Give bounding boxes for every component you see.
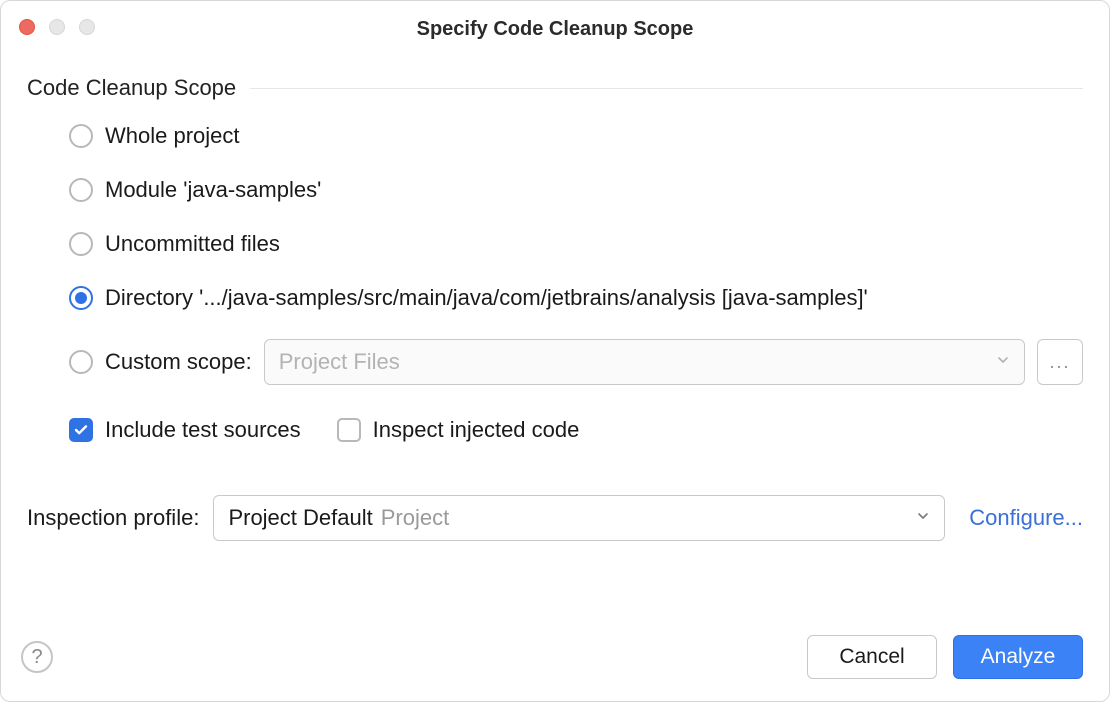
radio-custom-scope[interactable] bbox=[69, 350, 93, 374]
checkbox-icon bbox=[69, 418, 93, 442]
button-label: Analyze bbox=[981, 645, 1056, 669]
custom-scope-browse-button[interactable]: ... bbox=[1037, 339, 1083, 385]
group-header: Code Cleanup Scope bbox=[27, 75, 1083, 101]
minimize-window-button[interactable] bbox=[49, 19, 65, 35]
checkbox-icon bbox=[337, 418, 361, 442]
dialog-footer: ? Cancel Analyze bbox=[1, 635, 1109, 701]
checkbox-row: Include test sources Inspect injected co… bbox=[69, 417, 1083, 443]
checkbox-label: Include test sources bbox=[105, 417, 301, 443]
maximize-window-button[interactable] bbox=[79, 19, 95, 35]
radio-uncommitted-files[interactable]: Uncommitted files bbox=[69, 231, 1083, 257]
chevron-down-icon bbox=[996, 353, 1010, 372]
radio-label: Directory '.../java-samples/src/main/jav… bbox=[105, 285, 868, 311]
radio-custom-scope-row: Custom scope: Project Files ... bbox=[69, 339, 1083, 385]
radio-label: Uncommitted files bbox=[105, 231, 280, 257]
dialog-window: Specify Code Cleanup Scope Code Cleanup … bbox=[0, 0, 1110, 702]
ellipsis-icon: ... bbox=[1049, 352, 1070, 373]
button-label: Cancel bbox=[839, 645, 904, 669]
help-icon: ? bbox=[31, 646, 42, 669]
separator-line bbox=[250, 88, 1083, 89]
radio-icon bbox=[69, 286, 93, 310]
configure-link[interactable]: Configure... bbox=[959, 505, 1083, 531]
analyze-button[interactable]: Analyze bbox=[953, 635, 1083, 679]
help-button[interactable]: ? bbox=[21, 641, 53, 673]
radio-label: Module 'java-samples' bbox=[105, 177, 321, 203]
radio-icon bbox=[69, 124, 93, 148]
window-title: Specify Code Cleanup Scope bbox=[17, 6, 1093, 41]
inspection-profile-row: Inspection profile: Project Default Proj… bbox=[27, 495, 1083, 541]
custom-scope-dropdown[interactable]: Project Files bbox=[264, 339, 1025, 385]
checkbox-inspect-injected-code[interactable]: Inspect injected code bbox=[337, 417, 580, 443]
radio-label: Whole project bbox=[105, 123, 240, 149]
chevron-down-icon bbox=[916, 509, 930, 528]
radio-icon bbox=[69, 232, 93, 256]
close-window-button[interactable] bbox=[19, 19, 35, 35]
group-title: Code Cleanup Scope bbox=[27, 75, 236, 101]
traffic-lights bbox=[19, 19, 95, 35]
radio-whole-project[interactable]: Whole project bbox=[69, 123, 1083, 149]
checkbox-label: Inspect injected code bbox=[373, 417, 580, 443]
cancel-button[interactable]: Cancel bbox=[807, 635, 937, 679]
titlebar: Specify Code Cleanup Scope bbox=[1, 1, 1109, 45]
profile-secondary: Project bbox=[381, 505, 449, 531]
radio-icon bbox=[69, 178, 93, 202]
dialog-content: Code Cleanup Scope Whole project Module … bbox=[1, 45, 1109, 635]
radio-module[interactable]: Module 'java-samples' bbox=[69, 177, 1083, 203]
radio-directory[interactable]: Directory '.../java-samples/src/main/jav… bbox=[69, 285, 1083, 311]
inspection-profile-value: Project Default Project bbox=[228, 505, 449, 531]
inspection-profile-dropdown[interactable]: Project Default Project bbox=[213, 495, 945, 541]
custom-scope-value: Project Files bbox=[279, 349, 400, 375]
checkbox-include-test-sources[interactable]: Include test sources bbox=[69, 417, 301, 443]
profile-main: Project Default bbox=[228, 505, 372, 531]
radio-label: Custom scope: bbox=[105, 349, 252, 375]
scope-options: Whole project Module 'java-samples' Unco… bbox=[27, 123, 1083, 443]
inspection-profile-label: Inspection profile: bbox=[27, 505, 199, 531]
